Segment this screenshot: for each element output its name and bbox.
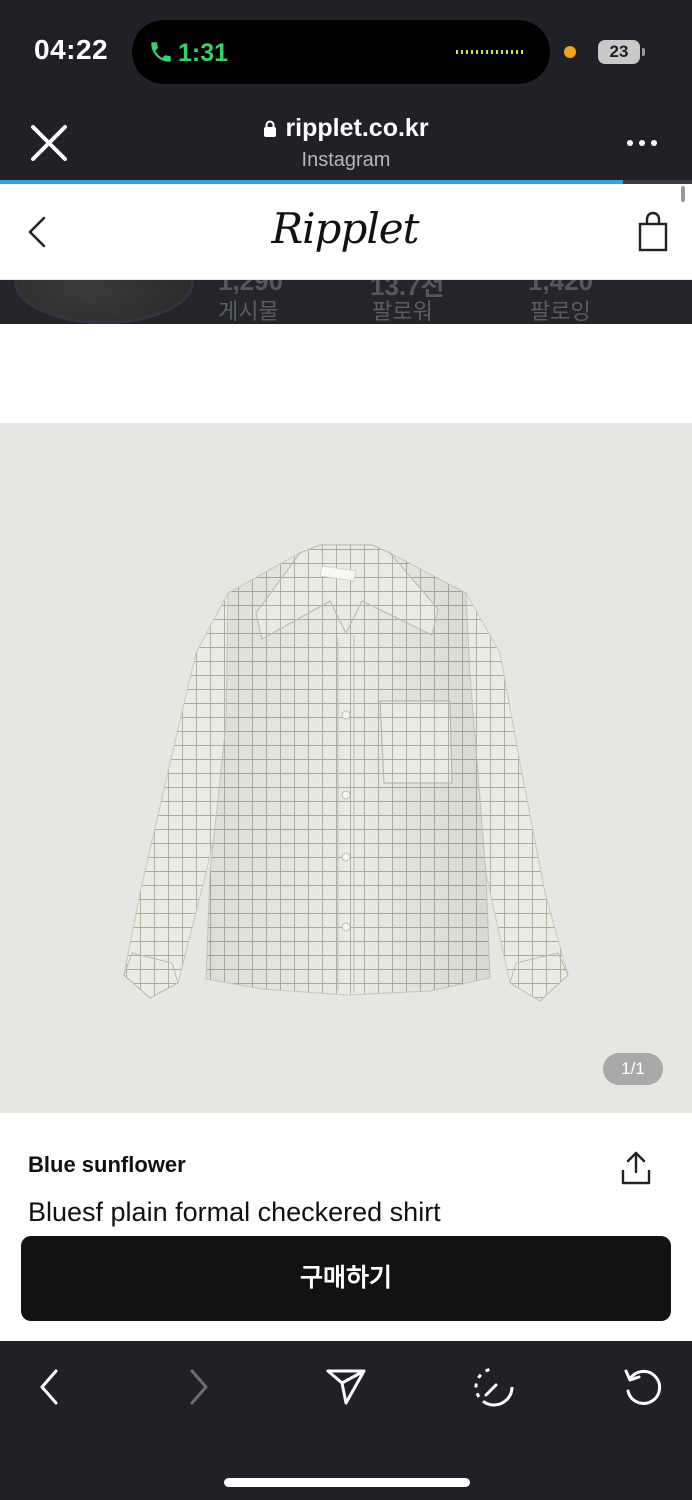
product-brand[interactable]: Blue sunflower — [28, 1152, 186, 1178]
product-name: Bluesf plain formal checkered shirt — [28, 1197, 441, 1227]
browser-toolbar — [0, 1341, 692, 1500]
battery-icon: 23 — [598, 40, 640, 64]
buy-button[interactable]: 구매하기 — [21, 1236, 671, 1321]
status-bar: 04:22 1:31 23 — [0, 0, 692, 100]
page-url: ripplet.co.kr — [285, 114, 429, 142]
site-logo[interactable]: Ripplet — [270, 198, 420, 260]
back-icon[interactable] — [28, 1365, 72, 1409]
instagram-profile-strip: 1,290 게시물 13.7천 팔로워 1,420 팔로잉 — [0, 280, 692, 324]
compass-icon[interactable] — [472, 1365, 516, 1409]
close-icon[interactable] — [28, 122, 70, 164]
lock-icon — [264, 120, 277, 137]
browser-header: ripplet.co.kr Instagram — [0, 100, 692, 182]
scrollbar[interactable] — [681, 186, 685, 202]
call-duration: 1:31 — [178, 39, 229, 67]
product-page — [0, 324, 692, 1341]
forward-icon[interactable] — [176, 1365, 220, 1409]
shirt-illustration — [123, 544, 569, 1002]
send-icon[interactable] — [324, 1365, 368, 1409]
camera-indicator-icon — [564, 46, 576, 58]
phone-icon — [151, 42, 171, 62]
address-bar[interactable]: ripplet.co.kr Instagram — [200, 114, 492, 172]
status-time: 04:22 — [34, 34, 109, 65]
home-indicator[interactable] — [224, 1478, 470, 1487]
dynamic-island[interactable]: 1:31 — [132, 20, 550, 84]
reload-icon[interactable] — [620, 1365, 664, 1409]
stat-posts-label: 게시물 — [218, 299, 279, 324]
share-icon[interactable] — [620, 1150, 652, 1186]
shopping-bag-icon[interactable] — [638, 210, 668, 252]
browser-source-label: Instagram — [301, 149, 391, 171]
profile-avatar — [14, 280, 194, 324]
more-icon[interactable] — [626, 138, 658, 148]
stat-followers-label: 팔로워 — [372, 299, 433, 324]
battery-nub — [642, 48, 645, 56]
product-image[interactable] — [0, 423, 692, 1113]
image-counter: 1/1 — [603, 1053, 663, 1085]
site-header: Ripplet — [0, 184, 692, 280]
waveform-icon — [456, 50, 526, 54]
back-icon[interactable] — [24, 214, 52, 250]
stat-following-label: 팔로잉 — [530, 299, 591, 324]
